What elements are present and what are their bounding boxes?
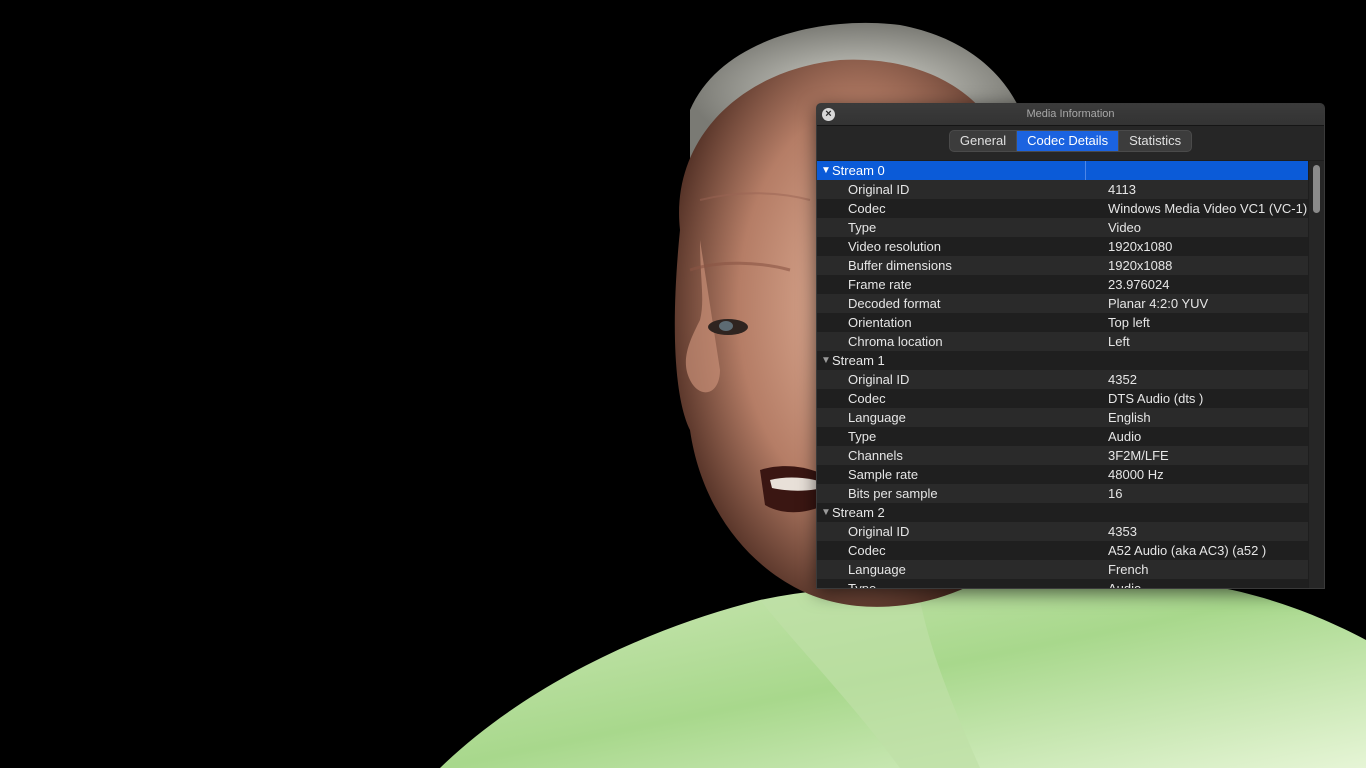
stream-row-1[interactable]: ▼ Stream 1 xyxy=(817,351,1308,370)
table-row[interactable]: Original ID 4353 xyxy=(817,522,1308,541)
row-value: 16 xyxy=(1108,486,1123,501)
table-row[interactable]: Decoded format Planar 4:2:0 YUV xyxy=(817,294,1308,313)
row-value: English xyxy=(1108,410,1151,425)
row-key: Bits per sample xyxy=(848,486,938,501)
disclosure-triangle-icon[interactable]: ▼ xyxy=(821,351,831,370)
row-value: A52 Audio (aka AC3) (a52 ) xyxy=(1108,543,1267,558)
tab-statistics[interactable]: Statistics xyxy=(1119,131,1191,151)
row-value: 1920x1088 xyxy=(1108,258,1173,273)
table-row[interactable]: Original ID 4113 xyxy=(817,180,1308,199)
table-row[interactable]: Type Video xyxy=(817,218,1308,237)
row-value: DTS Audio (dts ) xyxy=(1108,391,1204,406)
stream-label: Stream 2 xyxy=(832,505,885,520)
row-key: Chroma location xyxy=(848,334,943,349)
disclosure-triangle-icon[interactable]: ▼ xyxy=(821,161,831,180)
table-row[interactable]: Channels 3F2M/LFE xyxy=(817,446,1308,465)
scrollbar-thumb[interactable] xyxy=(1313,165,1320,213)
table-row[interactable]: Sample rate 48000 Hz xyxy=(817,465,1308,484)
row-key: Type xyxy=(817,579,1101,588)
row-value: Video xyxy=(1108,220,1142,235)
table-row[interactable]: Codec A52 Audio (aka AC3) (a52 ) xyxy=(817,541,1308,560)
table-row[interactable]: Chroma location Left xyxy=(817,332,1308,351)
window-title: Media Information xyxy=(1026,108,1115,120)
table-row[interactable]: Frame rate 23.976024 xyxy=(817,275,1308,294)
table-row[interactable]: Original ID 4352 xyxy=(817,370,1308,389)
tab-bar: General Codec Details Statistics xyxy=(817,126,1324,160)
table-row[interactable]: Language English xyxy=(817,408,1308,427)
table-row[interactable]: Video resolution 1920x1080 xyxy=(817,237,1308,256)
row-key: Language xyxy=(848,410,906,425)
row-value: 4352 xyxy=(1108,372,1137,387)
tab-general[interactable]: General xyxy=(950,131,1018,151)
vertical-scrollbar[interactable] xyxy=(1309,161,1324,588)
stream-row-0[interactable]: ▼ Stream 0 xyxy=(817,161,1308,180)
row-value: 23.976024 xyxy=(1108,277,1170,292)
table-row[interactable]: Buffer dimensions 1920x1088 xyxy=(817,256,1308,275)
row-value: Top left xyxy=(1108,315,1150,330)
table-row[interactable]: Codec Windows Media Video VC1 (VC-1) xyxy=(817,199,1308,218)
row-key: Type xyxy=(848,220,877,235)
row-key: Original ID xyxy=(848,524,910,539)
row-value: Audio xyxy=(1108,429,1142,444)
row-key: Codec xyxy=(848,543,886,558)
table-row[interactable]: Type Audio xyxy=(817,427,1308,446)
row-value: Audio xyxy=(1101,579,1308,588)
media-information-window: × Media Information General Codec Detail… xyxy=(816,103,1325,589)
tab-codec-details[interactable]: Codec Details xyxy=(1017,131,1120,151)
window-titlebar[interactable]: × Media Information xyxy=(817,104,1324,126)
row-key: Type xyxy=(848,429,877,444)
table-row[interactable]: Codec DTS Audio (dts ) xyxy=(817,389,1308,408)
row-value: Planar 4:2:0 YUV xyxy=(1108,296,1209,311)
stream-label: Stream 1 xyxy=(832,353,885,368)
stream-row-2[interactable]: ▼ Stream 2 xyxy=(817,503,1308,522)
row-key: Orientation xyxy=(848,315,912,330)
row-key: Codec xyxy=(848,201,886,216)
row-key: Original ID xyxy=(848,182,910,197)
row-value: Windows Media Video VC1 (VC-1) xyxy=(1108,201,1308,216)
row-key: Frame rate xyxy=(848,277,912,292)
segmented-tabs: General Codec Details Statistics xyxy=(948,130,1193,152)
table-row[interactable]: Bits per sample 16 xyxy=(817,484,1308,503)
disclosure-triangle-icon[interactable]: ▼ xyxy=(821,503,831,522)
row-value: Left xyxy=(1108,334,1130,349)
row-key: Codec xyxy=(848,391,886,406)
row-key: Buffer dimensions xyxy=(848,258,952,273)
row-value: 48000 Hz xyxy=(1108,467,1164,482)
row-value: 4113 xyxy=(1108,182,1136,197)
close-icon[interactable]: × xyxy=(822,108,835,121)
codec-details-table[interactable]: ▼ Stream 0 Original ID 4113 Codec Windows… xyxy=(817,161,1308,588)
table-row[interactable]: Language French xyxy=(817,560,1308,579)
row-key: Decoded format xyxy=(848,296,941,311)
stream-label: Stream 0 xyxy=(832,163,885,178)
row-key: Channels xyxy=(848,448,903,463)
row-value: 4353 xyxy=(1108,524,1137,539)
row-key: Original ID xyxy=(848,372,910,387)
row-key: Video resolution xyxy=(848,239,941,254)
table-row[interactable]: Type Audio xyxy=(817,579,1308,588)
row-key: Sample rate xyxy=(848,467,919,482)
row-key: Language xyxy=(848,562,906,577)
row-value: 3F2M/LFE xyxy=(1108,448,1169,463)
table-row[interactable]: Orientation Top left xyxy=(817,313,1308,332)
row-value: 1920x1080 xyxy=(1108,239,1173,254)
row-value: French xyxy=(1108,562,1149,577)
